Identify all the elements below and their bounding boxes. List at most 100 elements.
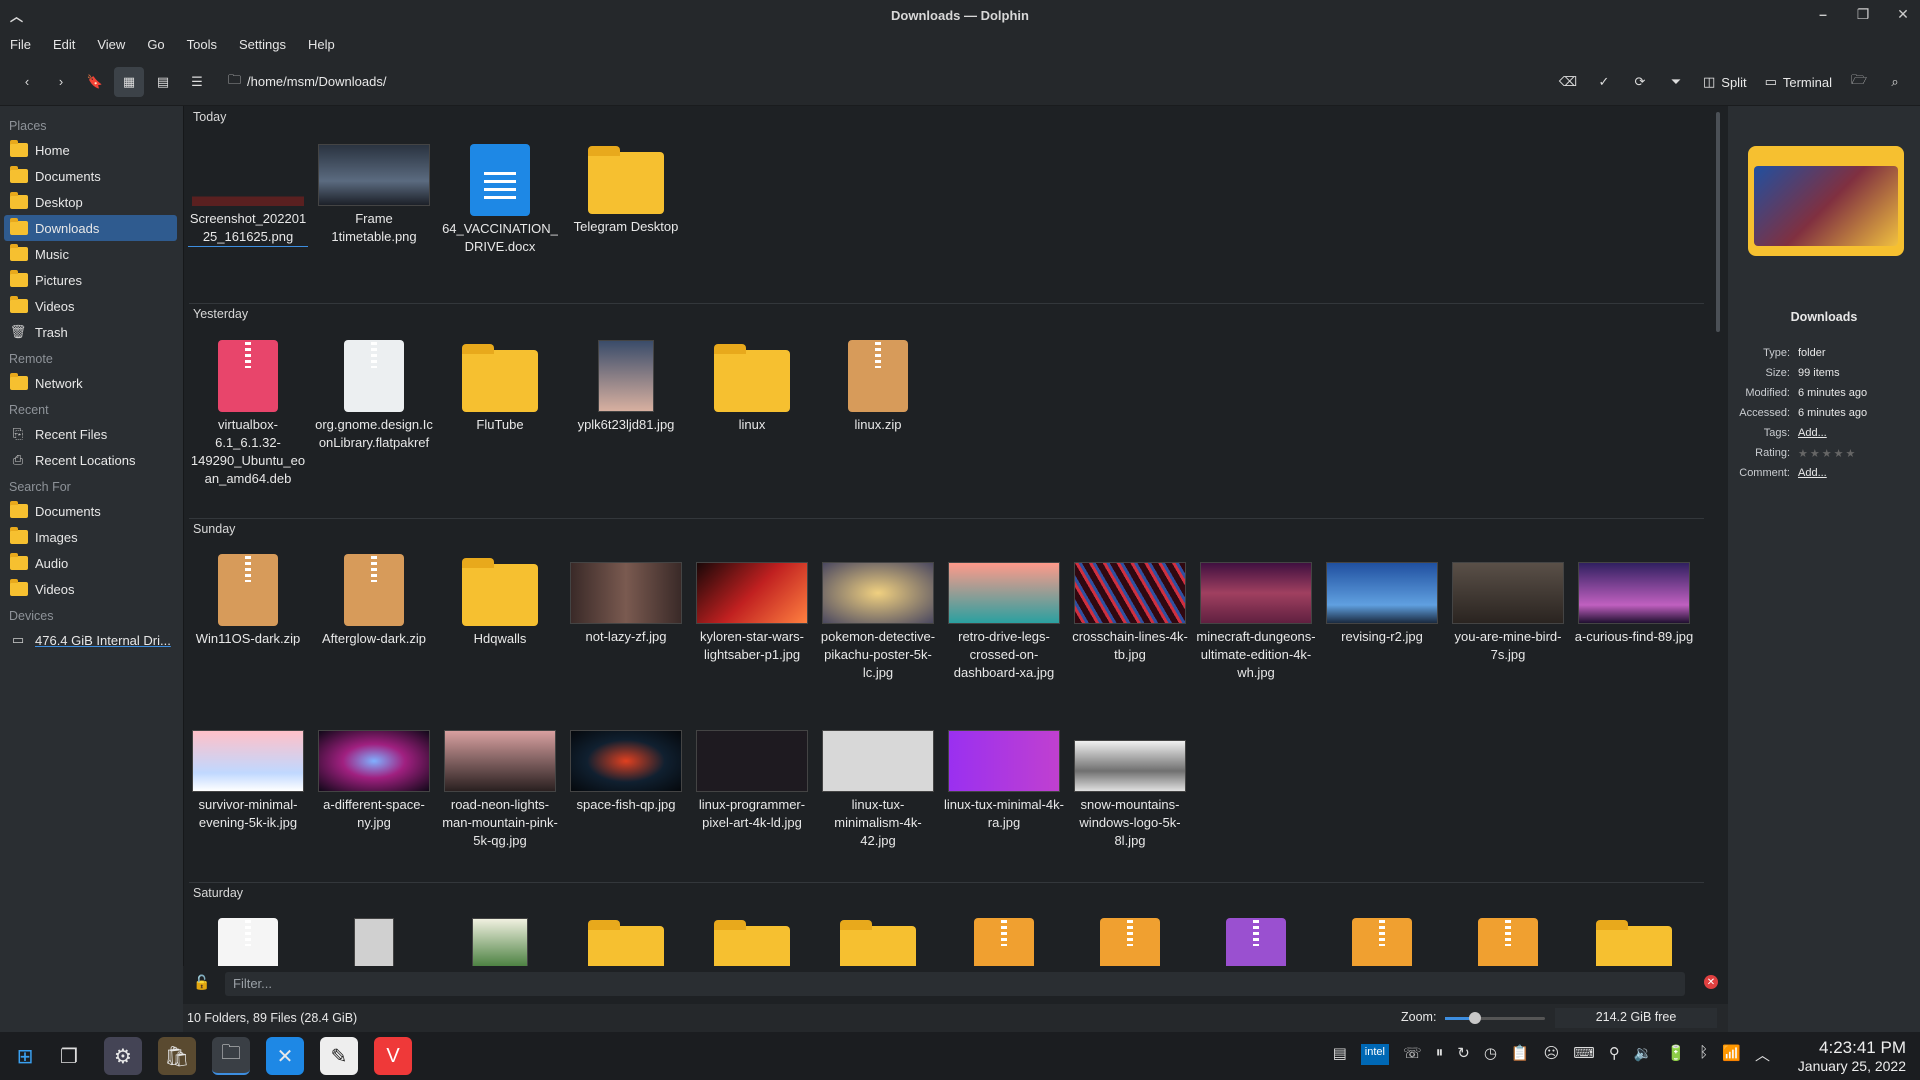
sidebar-item-trash[interactable]: 🗑 Trash [0, 319, 177, 345]
file-item[interactable] [314, 918, 434, 966]
vscode-app-icon[interactable]: ✕ [266, 1037, 304, 1075]
file-item[interactable]: 64_VACCINATION_DRIVE.docx [440, 144, 560, 256]
folder-item[interactable]: Telegram Desktop [566, 144, 686, 236]
file-item[interactable]: you-are-mine-bird-7s.jpg [1448, 562, 1568, 664]
terminal-button[interactable]: ▭ Terminal [1765, 74, 1832, 90]
details-view-icon[interactable]: ☰ [182, 67, 212, 97]
clock[interactable]: 4:23:41 PM January 25, 2022 [1798, 1038, 1906, 1074]
file-item[interactable]: retro-drive-legs-crossed-on-dashboard-xa… [944, 562, 1064, 682]
sidebar-item-recent-files[interactable]: ⎘ Recent Files [0, 421, 177, 447]
vivaldi-app-icon[interactable]: V [374, 1037, 412, 1075]
search-icon[interactable]: ⌕ [1880, 67, 1910, 97]
menu-go[interactable]: Go [147, 37, 164, 52]
intel-icon[interactable]: intel [1360, 1044, 1389, 1065]
file-manager-app-icon[interactable]: 🗀 [212, 1037, 250, 1075]
keyboard-icon[interactable]: ⌨ [1573, 1044, 1595, 1065]
file-item[interactable]: a-different-space-ny.jpg [314, 730, 434, 832]
sidebar-item-search-documents[interactable]: Documents [0, 498, 177, 524]
sidebar-item-downloads[interactable]: Downloads [4, 215, 177, 241]
zoom-slider-handle[interactable] [1469, 1012, 1481, 1024]
sidebar-item-internal-drive[interactable]: ▭ 476.4 GiB Internal Dri... [0, 627, 177, 653]
file-item[interactable]: linux-tux-minimal-4k-ra.jpg [944, 730, 1064, 832]
start-menu-icon[interactable]: ⊞ [6, 1037, 44, 1075]
battery-icon[interactable]: 🔋 [1667, 1044, 1686, 1065]
filter-input[interactable]: Filter... [225, 972, 1685, 996]
file-item[interactable]: space-fish-qp.jpg [566, 730, 686, 814]
kde-connect-icon[interactable]: ☏ [1403, 1044, 1422, 1065]
menu-view[interactable]: View [97, 37, 125, 52]
file-item[interactable]: crosschain-lines-4k-tb.jpg [1070, 562, 1190, 664]
store-app-icon[interactable]: 🛍 [158, 1037, 196, 1075]
file-item[interactable]: kyloren-star-wars-lightsaber-p1.jpg [692, 562, 812, 664]
forward-icon[interactable]: › [46, 67, 76, 97]
sidebar-item-recent-locations[interactable]: ⎙ Recent Locations [0, 447, 177, 473]
select-icon[interactable]: ✓ [1589, 67, 1619, 97]
file-item[interactable]: snow-mountains-windows-logo-5k-8l.jpg [1070, 740, 1190, 850]
tray-expand-icon[interactable]: ︿ [1755, 1044, 1770, 1065]
settings-app-icon[interactable]: ⚙ [104, 1037, 142, 1075]
bookmark-icon[interactable]: 🔖 [80, 67, 110, 97]
file-item[interactable]: linux-tux-minimalism-4k-42.jpg [818, 730, 938, 850]
clipboard-icon[interactable]: 📋 [1511, 1044, 1530, 1065]
file-item[interactable] [944, 918, 1064, 966]
zoom-slider[interactable] [1445, 1012, 1545, 1024]
filter-icon[interactable]: ⏷ [1661, 67, 1691, 97]
icons-view-icon[interactable]: ▦ [114, 66, 144, 97]
folder-item[interactable]: FluTube [440, 340, 560, 434]
clear-icon[interactable]: ⌫ [1553, 67, 1583, 97]
notes-icon[interactable]: ▤ [1333, 1044, 1347, 1065]
speed-icon[interactable]: ◷ [1484, 1044, 1497, 1065]
file-item[interactable]: pokemon-detective-pikachu-poster-5k-lc.j… [818, 562, 938, 682]
file-item[interactable]: yplk6t23ljd81.jpg [566, 340, 686, 434]
file-item[interactable] [1322, 918, 1442, 966]
sidebar-item-home[interactable]: Home [0, 137, 177, 163]
split-button[interactable]: ◫ Split [1703, 74, 1747, 90]
file-item[interactable]: linux-programmer-pixel-art-4k-ld.jpg [692, 730, 812, 832]
menu-edit[interactable]: Edit [53, 37, 75, 52]
file-item[interactable] [1448, 918, 1568, 966]
task-view-icon[interactable]: ❐ [50, 1037, 88, 1075]
file-item[interactable]: not-lazy-zf.jpg [566, 562, 686, 646]
reload-icon[interactable]: ⟳ [1625, 67, 1655, 97]
compact-view-icon[interactable]: ▤ [148, 67, 178, 97]
sidebar-item-desktop[interactable]: Desktop [0, 189, 177, 215]
folder-item[interactable]: linux [692, 340, 812, 434]
menu-file[interactable]: File [10, 37, 31, 52]
menu-tools[interactable]: Tools [187, 37, 217, 52]
file-item[interactable]: Afterglow-dark.zip [314, 554, 434, 648]
sidebar-item-documents[interactable]: Documents [0, 163, 177, 189]
file-item[interactable]: minecraft-dungeons-ultimate-edition-4k-w… [1196, 562, 1316, 682]
sidebar-item-search-audio[interactable]: Audio [0, 550, 177, 576]
file-item[interactable]: Screenshot_20220125_161625.png [188, 144, 308, 247]
sidebar-item-videos[interactable]: Videos [0, 293, 177, 319]
emoji-icon[interactable]: ☹ [1544, 1044, 1560, 1065]
wifi-icon[interactable]: 📶 [1722, 1044, 1741, 1065]
menu-settings[interactable]: Settings [239, 37, 286, 52]
sidebar-item-music[interactable]: Music [0, 241, 177, 267]
location-icon[interactable]: ⚲ [1609, 1044, 1620, 1065]
folder-item[interactable] [692, 920, 812, 966]
clear-filter-icon[interactable]: ✕ [1704, 975, 1718, 989]
file-item[interactable]: road-neon-lights-man-mountain-pink-5k-qg… [440, 730, 560, 850]
add-tags-link[interactable]: Add... [1798, 427, 1827, 443]
back-icon[interactable]: ‹ [12, 67, 42, 97]
file-item[interactable]: linux.zip [818, 340, 938, 434]
rating-stars[interactable]: ★★★★★ [1798, 447, 1857, 463]
menu-help[interactable]: Help [308, 37, 335, 52]
lock-icon[interactable]: 🔓 [193, 974, 210, 991]
file-item[interactable]: revising-r2.jpg [1322, 562, 1442, 646]
folder-item[interactable] [1574, 920, 1694, 966]
folder-item[interactable]: Hdqwalls [440, 554, 560, 648]
file-item[interactable] [440, 918, 560, 966]
close-icon[interactable]: ✕ [1894, 4, 1912, 24]
add-comment-link[interactable]: Add... [1798, 467, 1827, 483]
sidebar-item-pictures[interactable]: Pictures [0, 267, 177, 293]
collapse-icon[interactable]: ︿ [10, 6, 23, 25]
sidebar-item-search-videos[interactable]: Videos [0, 576, 177, 602]
editor-app-icon[interactable]: ✎ [320, 1037, 358, 1075]
file-item[interactable]: org.gnome.design.IconLibrary.flatpakref [314, 340, 434, 452]
file-item[interactable]: Win11OS-dark.zip [188, 554, 308, 648]
file-item[interactable] [1196, 918, 1316, 966]
file-item[interactable]: a-curious-find-89.jpg [1574, 562, 1694, 646]
volume-icon[interactable]: 🔉 [1634, 1044, 1653, 1065]
